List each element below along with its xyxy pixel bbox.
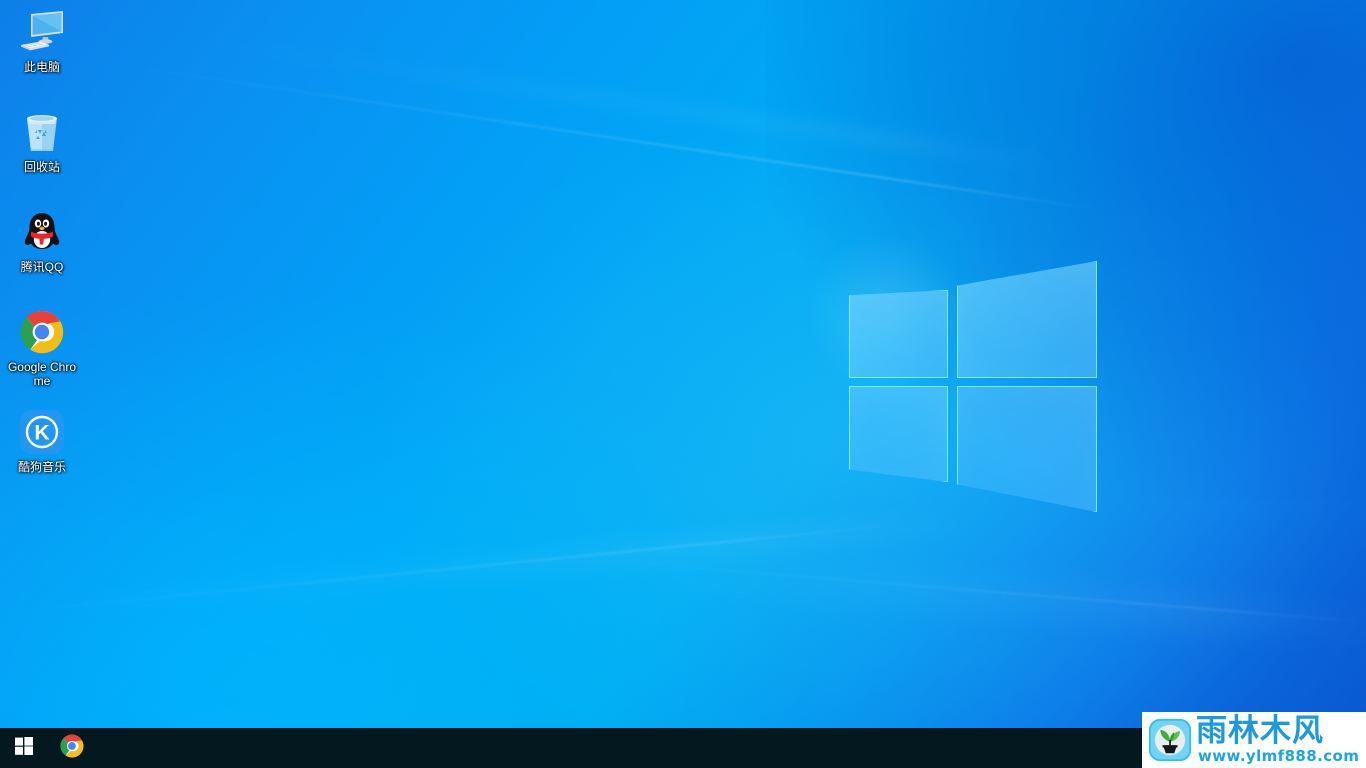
sprout-logo-icon [1148, 718, 1192, 762]
windows-start-icon [15, 736, 33, 760]
watermark-text-block: 雨林木风 www.ylmf888.com [1196, 712, 1360, 765]
wallpaper-light-ray-low [559, 556, 1366, 624]
desktop-icon-label: 回收站 [23, 160, 60, 174]
tencent-qq-icon [18, 208, 66, 256]
recycle-bin-icon [18, 108, 66, 156]
desktop-icon-grid: 此电脑 回收站 腾讯QQ Google Chrome K 酷狗音乐 [4, 4, 80, 504]
hero-pane-bottom-right [957, 386, 1097, 512]
svg-text:K: K [34, 422, 49, 445]
desktop-wallpaper [0, 0, 1366, 768]
this-pc-icon [18, 8, 66, 56]
wallpaper-light-ray-glow-low [518, 540, 1366, 648]
google-chrome-icon [59, 733, 85, 764]
taskbar-item-google-chrome[interactable] [48, 728, 96, 768]
windows-hero-logo [805, 232, 1103, 520]
watermark-url: www.ylmf888.com [1198, 746, 1360, 765]
kugou-music-icon: K [18, 408, 66, 456]
desktop-icon-recycle-bin[interactable]: 回收站 [4, 104, 80, 204]
wallpaper-light-ray-mid [0, 524, 896, 614]
hero-pane-top-right [957, 261, 1097, 378]
desktop-icon-kugou-music[interactable]: K 酷狗音乐 [4, 404, 80, 504]
watermark-badge: 雨林木风 www.ylmf888.com [1142, 712, 1366, 768]
desktop-icon-this-pc[interactable]: 此电脑 [4, 4, 80, 104]
desktop-icon-tencent-qq[interactable]: 腾讯QQ [4, 204, 80, 304]
desktop-icon-label: 腾讯QQ [20, 260, 64, 274]
desktop-icon-google-chrome[interactable]: Google Chrome [4, 304, 80, 404]
start-button[interactable] [0, 728, 48, 768]
watermark-brand: 雨林木风 [1196, 712, 1324, 749]
desktop-icon-label: 酷狗音乐 [17, 460, 66, 474]
hero-pane-top-left [849, 290, 948, 378]
desktop-icon-label: 此电脑 [23, 60, 60, 74]
wallpaper-light-ray-glow-mid [0, 507, 977, 626]
hero-pane-bottom-left [849, 386, 948, 482]
desktop-icon-label: Google Chrome [7, 360, 77, 388]
google-chrome-icon [18, 308, 66, 356]
desktop-screen: 此电脑 回收站 腾讯QQ Google Chrome K 酷狗音乐 雨林木风 w… [0, 0, 1366, 768]
